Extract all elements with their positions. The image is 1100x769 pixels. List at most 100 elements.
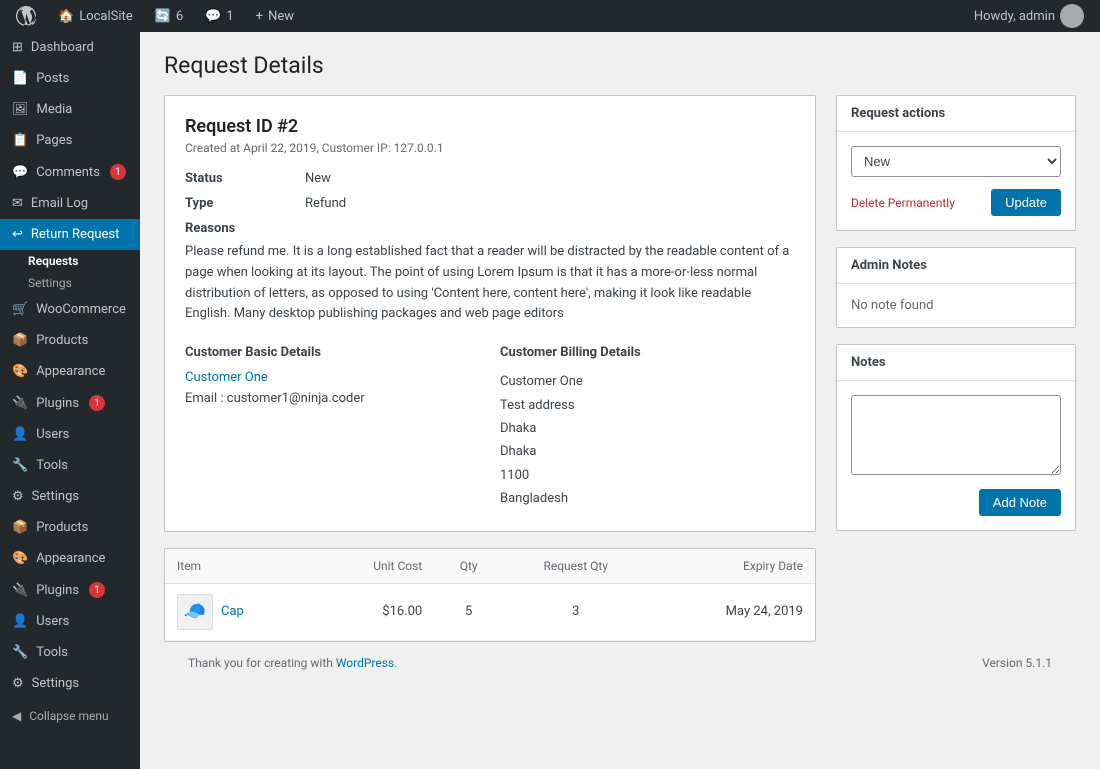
status-label: Status	[185, 171, 305, 186]
product-thumbnail: 🧢	[177, 594, 213, 630]
admin-bar: 🏠 LocalSite 🔄 6 💬 1 + New Howdy, admin	[0, 0, 1100, 32]
right-sidebar: Request actions NewProcessingCompletedCa…	[836, 95, 1076, 547]
sidebar-item-tools-1[interactable]: 🔧 Tools	[0, 450, 140, 481]
sidebar-item-users-2[interactable]: 👤 Users	[0, 606, 140, 637]
plugins-icon-1: 🔌	[12, 396, 28, 411]
adminbar-site-name[interactable]: 🏠 LocalSite	[54, 9, 137, 24]
status-row: Status New	[185, 171, 795, 186]
appearance-icon-2: 🎨	[12, 551, 28, 566]
dashboard-icon: ⊞	[12, 40, 23, 55]
type-row: Type Refund	[185, 196, 795, 211]
customer-name-link[interactable]: Customer One	[185, 370, 268, 385]
settings-icon-2: ⚙	[12, 676, 24, 691]
status-select[interactable]: NewProcessingCompletedCancelled	[851, 146, 1061, 177]
request-details-card: Request ID #2 Created at April 22, 2019,…	[164, 95, 816, 532]
notes-box: Notes Add Note	[836, 344, 1076, 531]
admin-notes-title: Admin Notes	[837, 248, 1075, 284]
adminbar-howdy[interactable]: Howdy, admin	[970, 4, 1088, 28]
sidebar-item-plugins-2[interactable]: 🔌 Plugins 1	[0, 574, 140, 606]
sidebar-item-return-request[interactable]: ↩ Return Request	[0, 219, 140, 250]
customer-email: Email : customer1@ninja.coder	[185, 391, 480, 406]
billing-city1: Dhaka	[500, 417, 795, 440]
pages-icon: 📋	[12, 133, 28, 148]
billing-info: Customer One Test address Dhaka Dhaka 11…	[500, 370, 795, 510]
type-value: Refund	[305, 196, 795, 211]
footer: Thank you for creating with WordPress. V…	[164, 642, 1076, 684]
col-expiry-date: Expiry Date	[648, 549, 815, 584]
sidebar-item-pages[interactable]: 📋 Pages	[0, 125, 140, 156]
footer-thank-you: Thank you for creating with	[188, 656, 336, 670]
media-icon: 🖼	[12, 102, 29, 117]
request-id: Request ID #2	[185, 116, 795, 137]
add-note-button[interactable]: Add Note	[979, 489, 1061, 516]
plugins-badge-1: 1	[89, 395, 105, 411]
billing-city2: Dhaka	[500, 440, 795, 463]
plugins-badge-2: 1	[89, 582, 105, 598]
sidebar-item-media[interactable]: 🖼 Media	[0, 94, 140, 125]
users-icon-2: 👤	[12, 614, 28, 629]
update-button[interactable]: Update	[991, 189, 1061, 216]
woo-icon: 🛒	[12, 302, 28, 317]
type-label: Type	[185, 196, 305, 211]
notes-title: Notes	[837, 345, 1075, 381]
request-actions-title: Request actions	[837, 96, 1075, 132]
main-content: Request Details Request ID #2 Created at…	[140, 32, 1100, 769]
col-qty: Qty	[434, 549, 503, 584]
status-value: New	[305, 171, 795, 186]
adminbar-wp-logo[interactable]	[12, 6, 40, 26]
settings-icon-1: ⚙	[12, 489, 24, 504]
col-unit-cost: Unit Cost	[314, 549, 434, 584]
tools-icon-1: 🔧	[12, 458, 28, 473]
no-note-text: No note found	[851, 298, 1061, 313]
expiry-date-cell: May 24, 2019	[648, 583, 815, 640]
sidebar-sub-settings[interactable]: Settings	[0, 272, 140, 294]
comments-icon: 💬	[12, 165, 28, 180]
products-icon-1: 📦	[12, 333, 28, 348]
col-item: Item	[165, 549, 314, 584]
product-name-link[interactable]: Cap	[221, 604, 244, 619]
page-title: Request Details	[164, 52, 1076, 79]
adminbar-new[interactable]: + New	[252, 9, 298, 24]
customer-basic-details: Customer Basic Details Customer One Emai…	[185, 345, 480, 510]
sidebar: ⊞ Dashboard 📄 Posts 🖼 Media 📋 Pages 💬 Co…	[0, 32, 140, 769]
sidebar-item-comments[interactable]: 💬 Comments 1	[0, 156, 140, 188]
sidebar-item-settings-2[interactable]: ⚙ Settings	[0, 668, 140, 699]
adminbar-comments[interactable]: 💬 1	[201, 9, 238, 24]
sidebar-item-posts[interactable]: 📄 Posts	[0, 63, 140, 94]
sidebar-item-products-1[interactable]: 📦 Products	[0, 325, 140, 356]
sidebar-item-settings-1[interactable]: ⚙ Settings	[0, 481, 140, 512]
sidebar-item-products-2[interactable]: 📦 Products	[0, 512, 140, 543]
billing-zip: 1100	[500, 464, 795, 487]
footer-wp-link[interactable]: WordPress	[336, 656, 394, 670]
reasons-label: Reasons	[185, 221, 795, 236]
collapse-icon: ◀	[12, 709, 21, 723]
admin-notes-box: Admin Notes No note found	[836, 247, 1076, 328]
qty-cell: 5	[434, 583, 503, 640]
tools-icon-2: 🔧	[12, 645, 28, 660]
sidebar-item-email-log[interactable]: ✉ Email Log	[0, 188, 140, 219]
collapse-menu-button[interactable]: ◀ Collapse menu	[0, 699, 140, 733]
delete-permanently-link[interactable]: Delete Permanently	[851, 196, 955, 210]
notes-textarea[interactable]	[851, 395, 1061, 475]
posts-icon: 📄	[12, 71, 28, 86]
sidebar-item-users-1[interactable]: 👤 Users	[0, 419, 140, 450]
items-table: Item Unit Cost Qty Request Qty Expiry Da…	[165, 549, 815, 641]
adminbar-updates[interactable]: 🔄 6	[151, 9, 188, 24]
sidebar-sub-requests[interactable]: Requests	[0, 250, 140, 272]
customer-billing-title: Customer Billing Details	[500, 345, 795, 360]
sidebar-item-plugins-1[interactable]: 🔌 Plugins 1	[0, 387, 140, 419]
footer-period: .	[394, 656, 397, 670]
col-request-qty: Request Qty	[503, 549, 648, 584]
request-qty-cell: 3	[503, 583, 648, 640]
sidebar-item-dashboard[interactable]: ⊞ Dashboard	[0, 32, 140, 63]
comments-badge: 1	[110, 164, 126, 180]
items-table-wrap: Item Unit Cost Qty Request Qty Expiry Da…	[164, 548, 816, 642]
sidebar-item-woocommerce[interactable]: 🛒 WooCommerce	[0, 294, 140, 325]
billing-country: Bangladesh	[500, 487, 795, 510]
footer-version: Version 5.1.1	[982, 656, 1052, 670]
sidebar-item-appearance-1[interactable]: 🎨 Appearance	[0, 356, 140, 387]
customer-billing-details: Customer Billing Details Customer One Te…	[500, 345, 795, 510]
sidebar-item-tools-2[interactable]: 🔧 Tools	[0, 637, 140, 668]
customer-basic-title: Customer Basic Details	[185, 345, 480, 360]
sidebar-item-appearance-2[interactable]: 🎨 Appearance	[0, 543, 140, 574]
